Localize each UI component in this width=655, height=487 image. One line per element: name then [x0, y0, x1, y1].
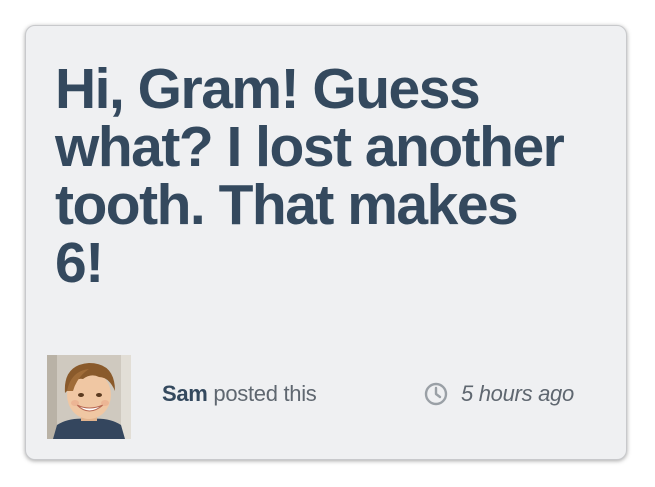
timestamp: 5 hours ago — [424, 380, 574, 408]
author-action: posted this — [213, 381, 317, 406]
author-line: Sam posted this — [162, 380, 317, 408]
avatar — [47, 355, 131, 439]
clock-icon — [424, 382, 448, 406]
post-card: Hi, Gram! Guess what? I lost another too… — [25, 25, 627, 460]
avatar-image — [47, 355, 131, 439]
post-message: Hi, Gram! Guess what? I lost another too… — [55, 57, 565, 295]
author-name[interactable]: Sam — [162, 381, 208, 406]
timestamp-text: 5 hours ago — [461, 381, 574, 406]
